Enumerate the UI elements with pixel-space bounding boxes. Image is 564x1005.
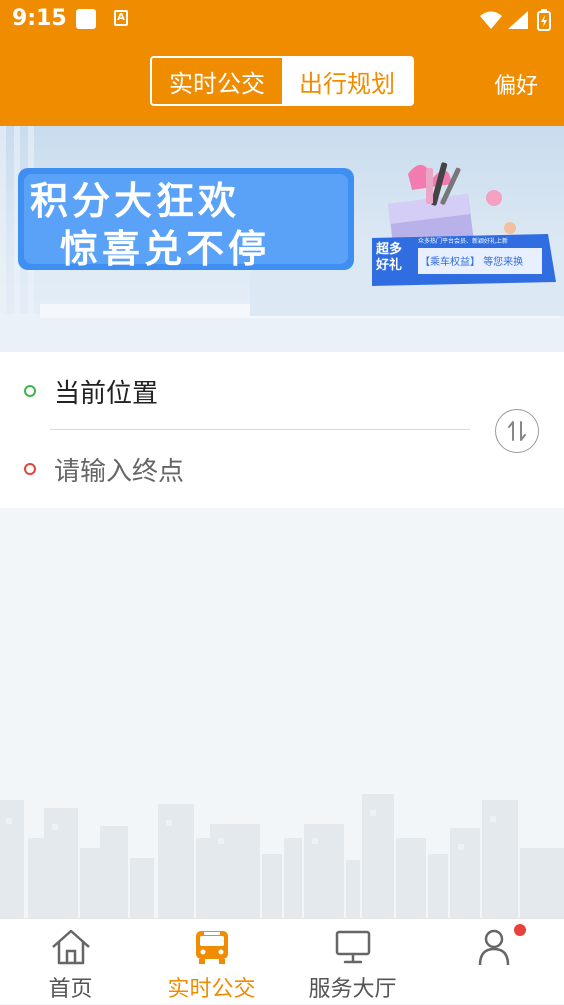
battery-icon (537, 9, 551, 31)
swap-vertical-icon (508, 421, 526, 441)
destination-placeholder: 请输入终点 (54, 457, 185, 487)
user-icon (478, 929, 509, 966)
mode-switcher: 实时公交 出行规划 (150, 56, 414, 106)
notification-square-icon (76, 9, 96, 29)
content-area (0, 508, 564, 918)
status-time: 9:15 (12, 6, 67, 31)
city-skyline-illustration (0, 794, 564, 918)
bottom-tab-bar: 首页 实时公交 服务大厅 (0, 918, 564, 1004)
banner-headline-line2: 惊喜兑不停 (60, 227, 271, 271)
tab-service-hall-label: 服务大厅 (308, 977, 397, 1002)
start-point-icon (24, 385, 36, 397)
banner-caption-bracket: 【乘车权益】 (420, 257, 480, 268)
start-location-field[interactable]: 当前位置 (0, 352, 470, 430)
tab-realtime-bus-nav[interactable]: 实时公交 (141, 919, 282, 1005)
wifi-icon (480, 11, 502, 29)
system-status-icons (480, 9, 551, 31)
profile-notification-badge (514, 924, 526, 936)
signal-icon (508, 11, 528, 29)
destination-field[interactable]: 请输入终点 (0, 430, 470, 508)
route-planner-card: 当前位置 请输入终点 (0, 352, 564, 508)
notification-a-icon: A (114, 10, 128, 26)
banner-tag-line1: 超多 (376, 242, 403, 257)
tab-realtime-bus-label: 实时公交 (167, 977, 256, 1002)
bus-icon (195, 931, 228, 964)
tab-trip-planning[interactable]: 出行规划 (282, 58, 412, 104)
banner-headline-line1: 积分大狂欢 (30, 179, 241, 223)
tab-service-hall[interactable]: 服务大厅 (282, 919, 423, 1005)
preference-button[interactable]: 偏好 (494, 68, 538, 100)
swap-button[interactable] (495, 409, 539, 453)
top-header: 实时公交 出行规划 偏好 (0, 40, 564, 126)
banner-caption: 【乘车权益】 等您来换 (420, 253, 523, 268)
end-point-icon (24, 463, 36, 475)
home-icon (51, 929, 90, 965)
banner-tag-line2: 好礼 (376, 258, 403, 273)
tab-realtime-bus[interactable]: 实时公交 (152, 58, 282, 104)
promo-banner[interactable]: 积分大狂欢 惊喜兑不停 超多 好礼 众多热门平台会员、新颖好礼上新 【乘车权益】… (0, 126, 564, 352)
monitor-icon (335, 930, 370, 964)
banner-tag: 超多 好礼 (376, 242, 416, 274)
tab-home-label: 首页 (48, 977, 93, 1002)
banner-caption-suffix: 等您来换 (483, 257, 524, 268)
tab-home[interactable]: 首页 (0, 919, 141, 1005)
status-bar: 9:15 A (0, 0, 564, 40)
banner-caption-small: 众多热门平台会员、新颖好礼上新 (418, 238, 509, 245)
start-location-text: 当前位置 (54, 379, 159, 409)
tab-profile[interactable] (423, 919, 564, 1005)
